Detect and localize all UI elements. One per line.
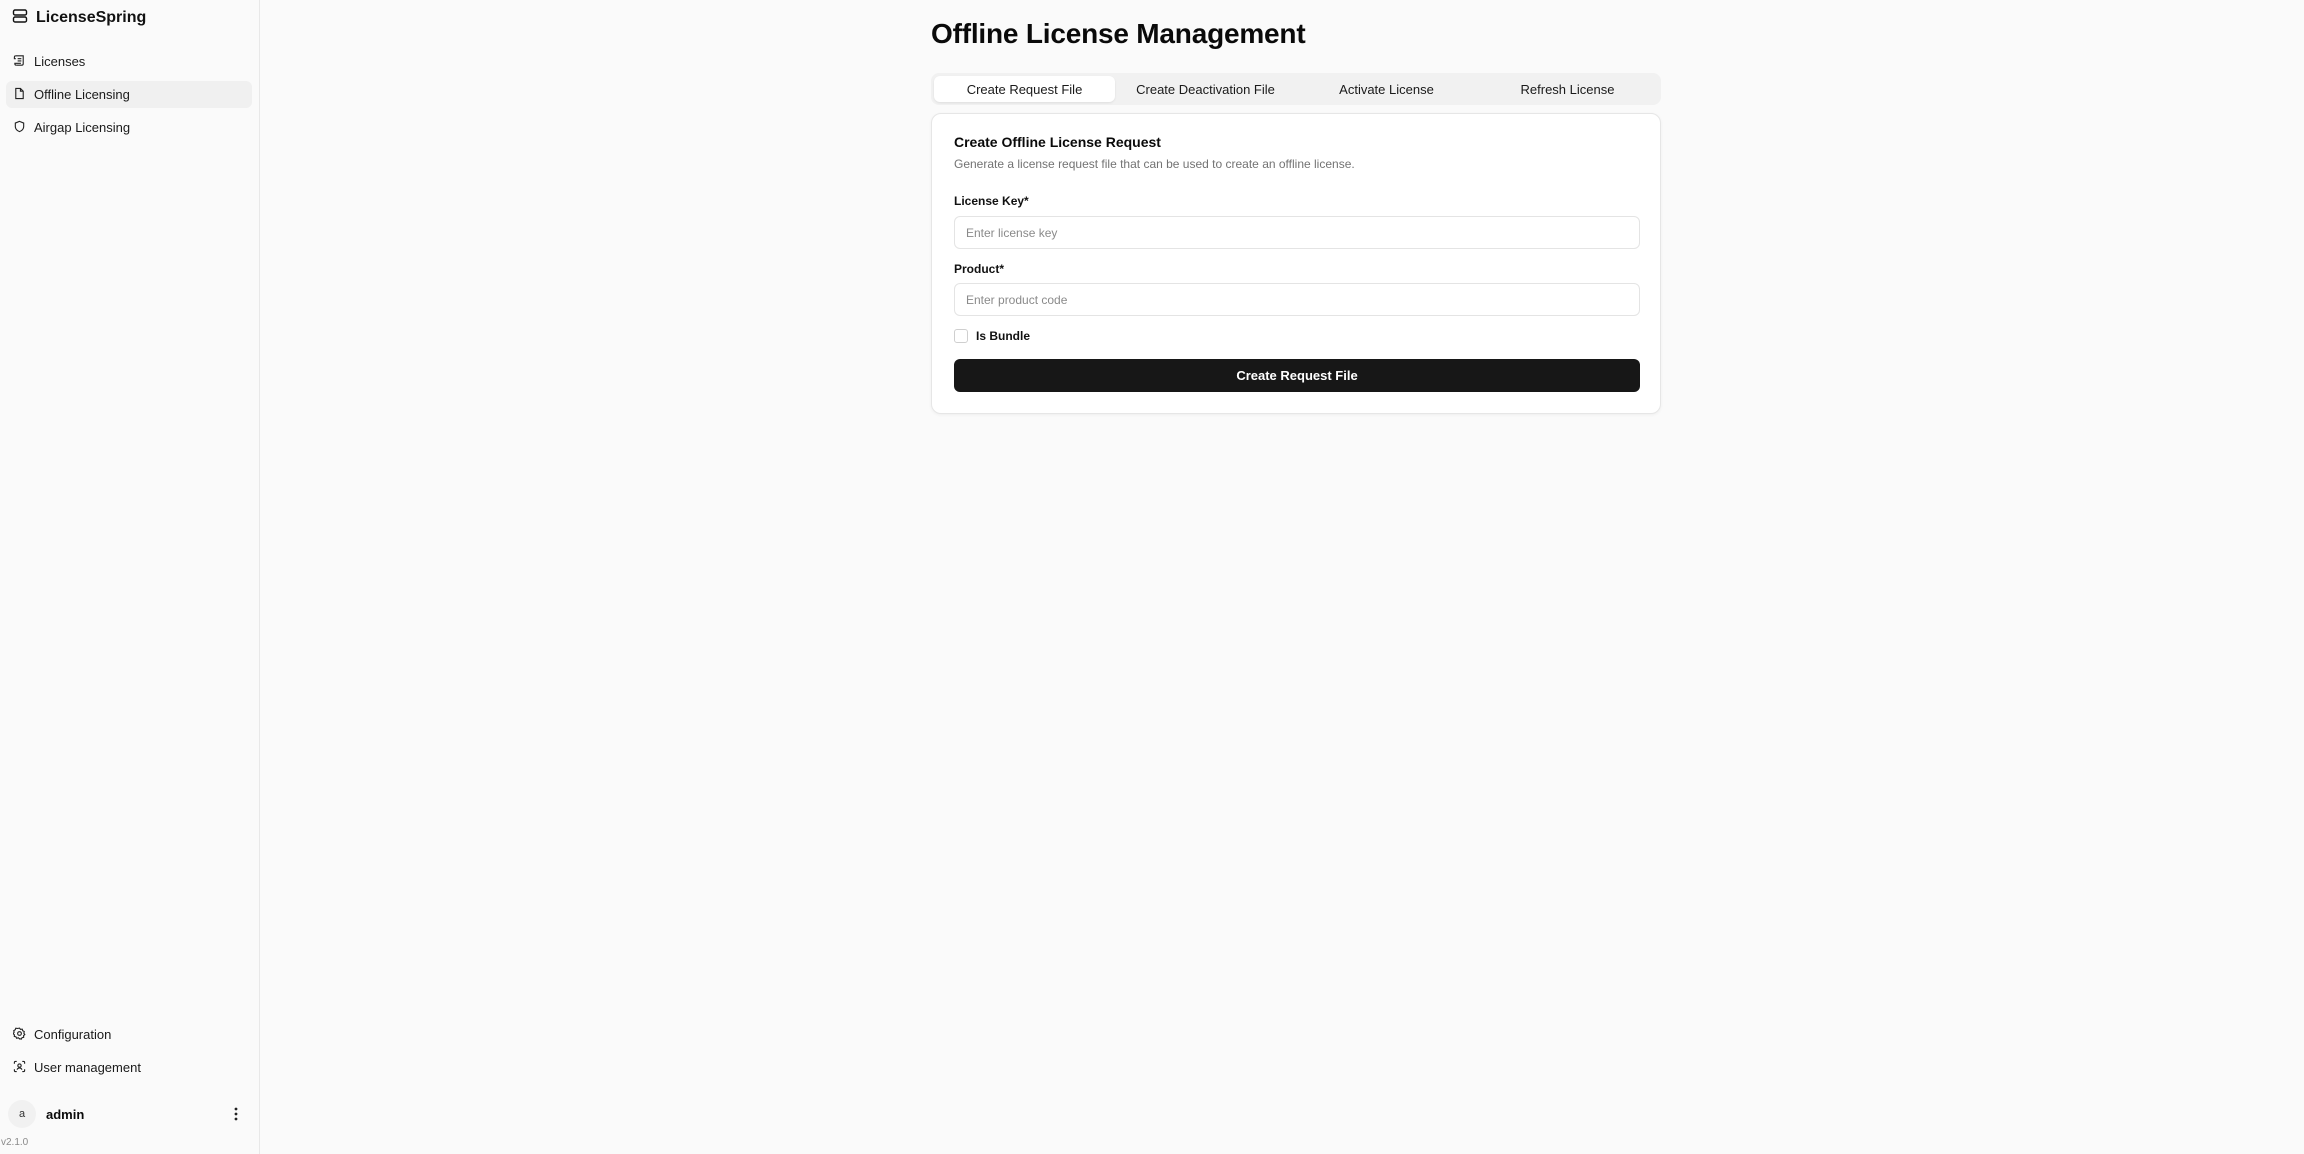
file-icon (13, 87, 26, 103)
avatar: a (8, 1100, 36, 1128)
tab-list: Create Request File Create Deactivation … (931, 73, 1661, 105)
sidebar-item-airgap-licensing[interactable]: Airgap Licensing (6, 114, 252, 141)
gear-icon (12, 1027, 26, 1043)
tab-create-deactivation-file[interactable]: Create Deactivation File (1115, 76, 1296, 102)
sidebar-item-label: User management (34, 1060, 141, 1075)
user-name: admin (46, 1106, 85, 1122)
tab-create-request-file[interactable]: Create Request File (934, 76, 1115, 102)
sidebar-item-label: Offline Licensing (34, 87, 130, 102)
product-input[interactable] (954, 283, 1640, 316)
server-icon (12, 8, 28, 29)
is-bundle-checkbox[interactable] (954, 329, 968, 343)
shield-icon (13, 120, 26, 136)
more-vertical-icon[interactable] (228, 1104, 244, 1124)
tab-activate-license[interactable]: Activate License (1296, 76, 1477, 102)
sidebar-item-label: Configuration (34, 1027, 112, 1042)
sidebar-item-label: Airgap Licensing (34, 120, 131, 135)
is-bundle-label: Is Bundle (976, 329, 1031, 343)
page-title: Offline License Management (931, 18, 1306, 49)
user-scan-icon (13, 1060, 26, 1076)
brand-name: LicenseSpring (36, 9, 147, 26)
card-description: Generate a license request file that can… (954, 157, 1355, 171)
user-menu[interactable]: a admin (8, 1098, 252, 1130)
sidebar: LicenseSpring Licenses Offline Licensing… (0, 0, 260, 1154)
create-request-file-button[interactable]: Create Request File (954, 359, 1640, 392)
request-form-card: Create Offline License Request Generate … (931, 113, 1661, 414)
sidebar-item-offline-licensing[interactable]: Offline Licensing (6, 81, 252, 108)
sidebar-item-user-management[interactable]: User management (6, 1054, 252, 1081)
sidebar-item-licenses[interactable]: Licenses (6, 48, 252, 75)
product-label: Product* (954, 262, 1005, 276)
brand[interactable]: LicenseSpring (12, 8, 146, 28)
app-root: LicenseSpring Licenses Offline Licensing… (0, 0, 2304, 1154)
sidebar-item-label: Licenses (34, 54, 86, 69)
is-bundle-row[interactable]: Is Bundle (954, 329, 1030, 343)
license-key-input[interactable] (954, 216, 1640, 249)
app-version: v2.1.0 (1, 1137, 29, 1148)
scroll-icon (13, 54, 26, 70)
card-title: Create Offline License Request (954, 134, 1161, 150)
license-key-label: License Key* (954, 194, 1029, 208)
tab-refresh-license[interactable]: Refresh License (1477, 76, 1658, 102)
sidebar-item-configuration[interactable]: Configuration (6, 1021, 252, 1048)
